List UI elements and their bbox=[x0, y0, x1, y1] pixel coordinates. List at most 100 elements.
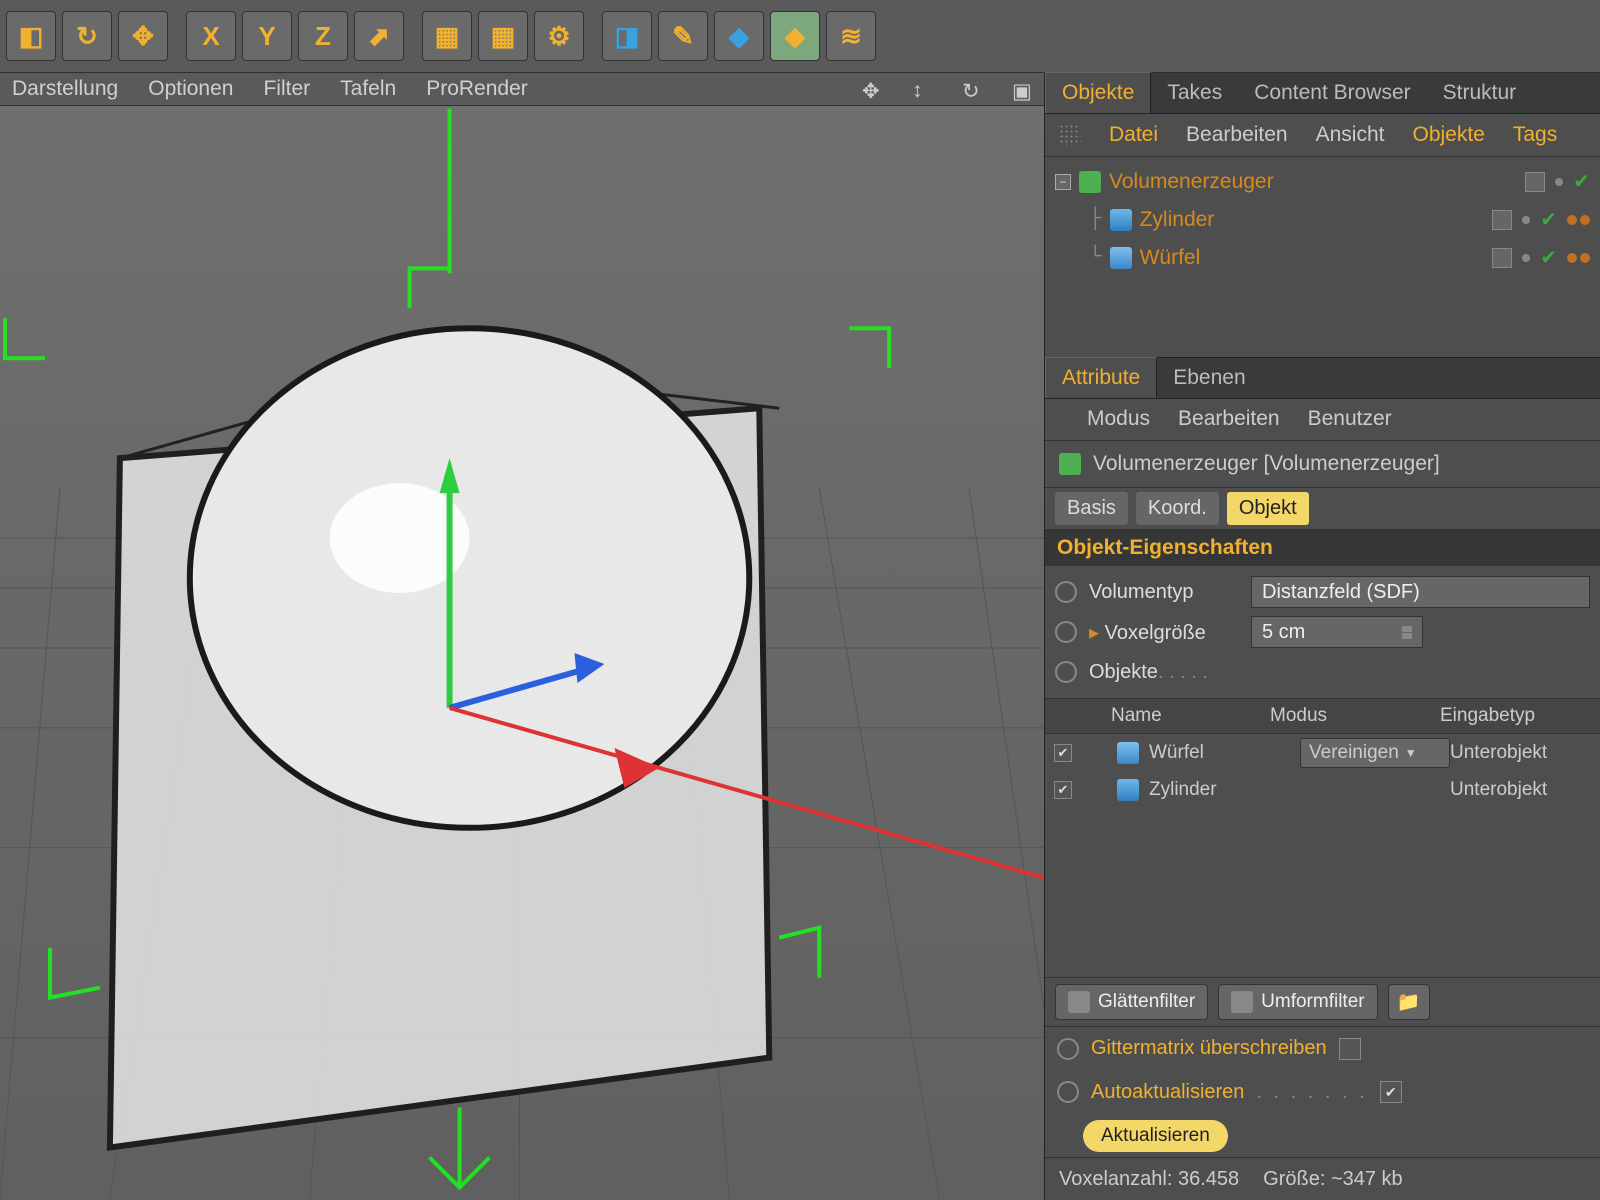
am-subtabs: Basis Koord. Objekt bbox=[1045, 488, 1600, 531]
tag-icon[interactable] bbox=[1567, 215, 1590, 225]
axis-z-button[interactable]: Z bbox=[298, 11, 348, 61]
table-row[interactable]: ✔ Würfel Vereinigen▼ Unterobjekt bbox=[1045, 734, 1600, 772]
nav-rotate-icon[interactable]: ↻ bbox=[962, 79, 982, 99]
anim-radio[interactable] bbox=[1055, 581, 1077, 603]
om-menu-datei[interactable]: Datei bbox=[1109, 123, 1158, 147]
cylinder-icon bbox=[1110, 209, 1132, 231]
mode-dropdown[interactable]: Vereinigen▼ bbox=[1300, 738, 1450, 768]
visibility-toggle[interactable] bbox=[1525, 172, 1545, 192]
subtab-basis[interactable]: Basis bbox=[1055, 492, 1128, 525]
row-checkbox[interactable]: ✔ bbox=[1054, 781, 1072, 799]
nav-zoom-icon[interactable]: ↕ bbox=[912, 79, 932, 99]
axis-x-button[interactable]: X bbox=[186, 11, 236, 61]
viewport-scene bbox=[0, 106, 1044, 1200]
object-row-zylinder[interactable]: ├ Zylinder ✔ bbox=[1055, 201, 1590, 239]
expand-icon[interactable]: − bbox=[1055, 174, 1071, 190]
pen-icon[interactable]: ✎ bbox=[658, 11, 708, 61]
coord-sys-icon[interactable]: ⬈ bbox=[354, 11, 404, 61]
primitive-cube-icon[interactable]: ◨ bbox=[602, 11, 652, 61]
col-modus: Modus bbox=[1260, 705, 1430, 727]
anim-radio[interactable] bbox=[1057, 1081, 1079, 1103]
gittermatrix-checkbox[interactable] bbox=[1339, 1038, 1361, 1060]
visibility-toggle[interactable] bbox=[1492, 248, 1512, 268]
tab-struktur[interactable]: Struktur bbox=[1427, 73, 1533, 113]
am-object-title: Volumenerzeuger [Volumenerzeuger] bbox=[1093, 452, 1440, 476]
deformer-icon[interactable]: ≋ bbox=[826, 11, 876, 61]
objects-table-empty[interactable] bbox=[1045, 809, 1600, 977]
enable-checkmark-icon[interactable]: ✔ bbox=[1540, 245, 1557, 270]
umformfilter-button[interactable]: Umformfilter bbox=[1218, 984, 1377, 1020]
status-bar: Voxelanzahl: 36.458 Größe: ~347 kb bbox=[1045, 1157, 1600, 1200]
voxel-size-input[interactable]: 5 cm bbox=[1251, 616, 1423, 648]
tool-move-icon[interactable]: ✥ bbox=[118, 11, 168, 61]
render-icon[interactable]: ▦ bbox=[422, 11, 472, 61]
anim-radio[interactable] bbox=[1055, 661, 1077, 683]
am-object-header: Volumenerzeuger [Volumenerzeuger] bbox=[1045, 441, 1600, 488]
view-menu-prorender[interactable]: ProRender bbox=[426, 77, 528, 101]
aktualisieren-button[interactable]: Aktualisieren bbox=[1083, 1120, 1228, 1152]
tag-icon[interactable] bbox=[1567, 253, 1590, 263]
view-menu-darstellung[interactable]: Darstellung bbox=[12, 77, 118, 101]
am-menu-bearbeiten[interactable]: Bearbeiten bbox=[1178, 407, 1280, 431]
nav-layout-icon[interactable]: ▣ bbox=[1012, 79, 1032, 99]
object-label: Würfel bbox=[1140, 246, 1201, 270]
om-menu-objekte[interactable]: Objekte bbox=[1412, 123, 1484, 147]
object-label: Zylinder bbox=[1140, 208, 1215, 232]
object-row-wuerfel[interactable]: └ Würfel ✔ bbox=[1055, 239, 1590, 277]
add-filter-button[interactable]: 📁 bbox=[1388, 984, 1430, 1020]
am-menu-modus[interactable]: Modus bbox=[1087, 407, 1150, 431]
om-tabset: Objekte Takes Content Browser Struktur bbox=[1045, 73, 1600, 114]
tool-undo-icon[interactable]: ↻ bbox=[62, 11, 112, 61]
generator-icon[interactable]: ◆ bbox=[714, 11, 764, 61]
3d-viewport[interactable] bbox=[0, 106, 1044, 1200]
object-row-volumenerzeuger[interactable]: − Volumenerzeuger ✔ bbox=[1055, 163, 1590, 201]
visibility-toggle[interactable] bbox=[1492, 210, 1512, 230]
nav-move-icon[interactable]: ✥ bbox=[862, 79, 882, 99]
enable-checkmark-icon[interactable]: ✔ bbox=[1540, 207, 1557, 232]
volumentyp-dropdown[interactable]: Distanzfeld (SDF) bbox=[1251, 576, 1590, 608]
om-view-icon[interactable] bbox=[1059, 124, 1081, 146]
om-menu-tags[interactable]: Tags bbox=[1513, 123, 1557, 147]
axis-y-button[interactable]: Y bbox=[242, 11, 292, 61]
object-tree[interactable]: − Volumenerzeuger ✔ ├ Zylinder ✔ └ Würfe… bbox=[1045, 157, 1600, 358]
am-menu-benutzer[interactable]: Benutzer bbox=[1308, 407, 1392, 431]
am-menubar: Modus Bearbeiten Benutzer bbox=[1045, 399, 1600, 442]
glaettenfilter-button[interactable]: Glättenfilter bbox=[1055, 984, 1208, 1020]
stepper-icon[interactable] bbox=[1402, 626, 1412, 639]
cylinder-icon bbox=[1117, 779, 1139, 801]
tab-content-browser[interactable]: Content Browser bbox=[1238, 73, 1426, 113]
tab-objekte[interactable]: Objekte bbox=[1045, 72, 1151, 113]
view-menu-optionen[interactable]: Optionen bbox=[148, 77, 233, 101]
volume-builder-icon bbox=[1059, 453, 1081, 475]
om-menu-ansicht[interactable]: Ansicht bbox=[1316, 123, 1385, 147]
view-menu-filter[interactable]: Filter bbox=[263, 77, 310, 101]
object-label: Volumenerzeuger bbox=[1109, 170, 1274, 194]
tab-ebenen[interactable]: Ebenen bbox=[1157, 358, 1261, 398]
subtab-objekt[interactable]: Objekt bbox=[1227, 492, 1309, 525]
properties-panel: Volumentyp Distanzfeld (SDF) Voxelgröße … bbox=[1045, 566, 1600, 698]
view-menu-tafeln[interactable]: Tafeln bbox=[340, 77, 396, 101]
tab-attribute[interactable]: Attribute bbox=[1045, 357, 1157, 398]
prop-label-gitter: Gittermatrix überschreiben bbox=[1091, 1037, 1327, 1060]
autoaktualisieren-checkbox[interactable]: ✔ bbox=[1380, 1081, 1402, 1103]
enable-checkmark-icon[interactable]: ✔ bbox=[1573, 169, 1590, 194]
om-menubar: Datei Bearbeiten Ansicht Objekte Tags bbox=[1045, 114, 1600, 157]
row-checkbox[interactable]: ✔ bbox=[1054, 744, 1072, 762]
folder-plus-icon: 📁 bbox=[1397, 990, 1421, 1014]
subtab-koord[interactable]: Koord. bbox=[1136, 492, 1219, 525]
section-header: Objekt-Eigenschaften bbox=[1045, 530, 1600, 566]
tab-takes[interactable]: Takes bbox=[1151, 73, 1238, 113]
volume-icon[interactable]: ◆ bbox=[770, 11, 820, 61]
anim-radio[interactable] bbox=[1055, 621, 1077, 643]
cube-icon bbox=[1110, 247, 1132, 269]
om-menu-bearbeiten[interactable]: Bearbeiten bbox=[1186, 123, 1288, 147]
object-size: Größe: ~347 kb bbox=[1263, 1168, 1403, 1191]
anim-radio[interactable] bbox=[1057, 1038, 1079, 1060]
objects-table-header: Name Modus Eingabetyp bbox=[1045, 698, 1600, 734]
table-row[interactable]: ✔ Zylinder Unterobjekt bbox=[1045, 771, 1600, 809]
prop-label-volumentyp: Volumentyp bbox=[1089, 581, 1239, 604]
voxel-count: Voxelanzahl: 36.458 bbox=[1059, 1168, 1239, 1191]
tool-cube-icon[interactable]: ◧ bbox=[6, 11, 56, 61]
render-settings-icon[interactable]: ⚙ bbox=[534, 11, 584, 61]
render-region-icon[interactable]: ▦ bbox=[478, 11, 528, 61]
